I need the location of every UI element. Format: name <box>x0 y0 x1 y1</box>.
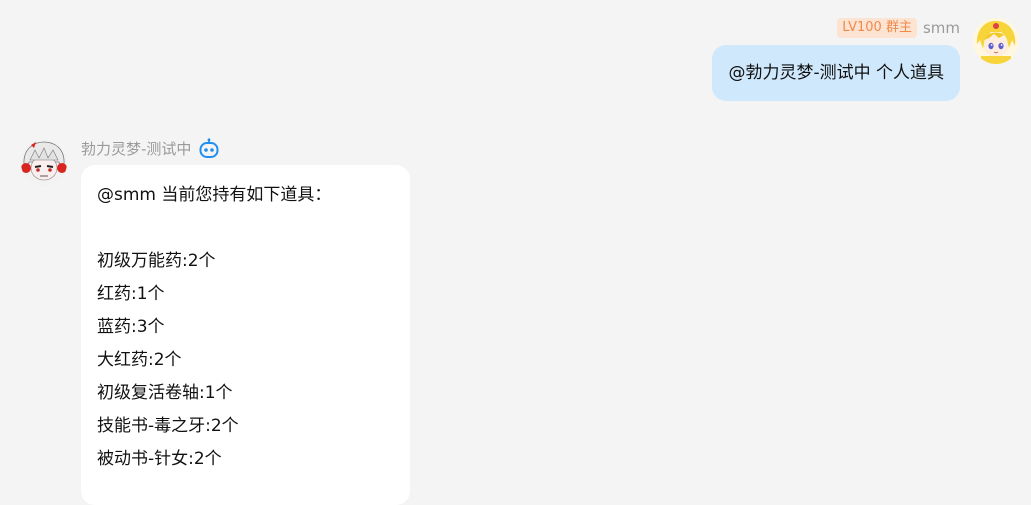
white-hair-avatar-icon <box>21 140 67 186</box>
robot-icon[interactable] <box>198 138 220 160</box>
message-line: 大红药:2个 <box>97 350 182 370</box>
incoming-message-header: 勃力灵梦-测试中 <box>81 137 220 161</box>
level-badge: LV100 群主 <box>837 18 917 38</box>
avatar-outgoing[interactable] <box>973 18 1019 64</box>
message-line: 初级复活卷轴:1个 <box>97 383 233 403</box>
incoming-message-bubble[interactable]: @smm 当前您持有如下道具： 初级万能药:2个 红药:1个 蓝药:3个 大红药… <box>81 165 410 505</box>
message-line: @smm 当前您持有如下道具： <box>97 185 332 205</box>
message-line: 初级万能药:2个 <box>97 251 216 271</box>
message-line: 技能书-毒之牙:2个 <box>97 416 239 436</box>
message-line: 被动书-针女:2个 <box>97 449 222 469</box>
avatar-incoming[interactable] <box>21 140 67 186</box>
sender-name-incoming[interactable]: 勃力灵梦-测试中 <box>81 137 191 161</box>
message-line: 红药:1个 <box>97 284 165 304</box>
sender-name-outgoing[interactable]: smm <box>923 17 960 39</box>
outgoing-message-header: LV100 群主 smm <box>837 17 960 39</box>
outgoing-message-bubble[interactable]: @勃力灵梦-测试中 个人道具 <box>712 45 960 101</box>
message-line <box>97 213 394 246</box>
message-line: 蓝药:3个 <box>97 317 165 337</box>
blonde-avatar-icon <box>973 18 1019 64</box>
